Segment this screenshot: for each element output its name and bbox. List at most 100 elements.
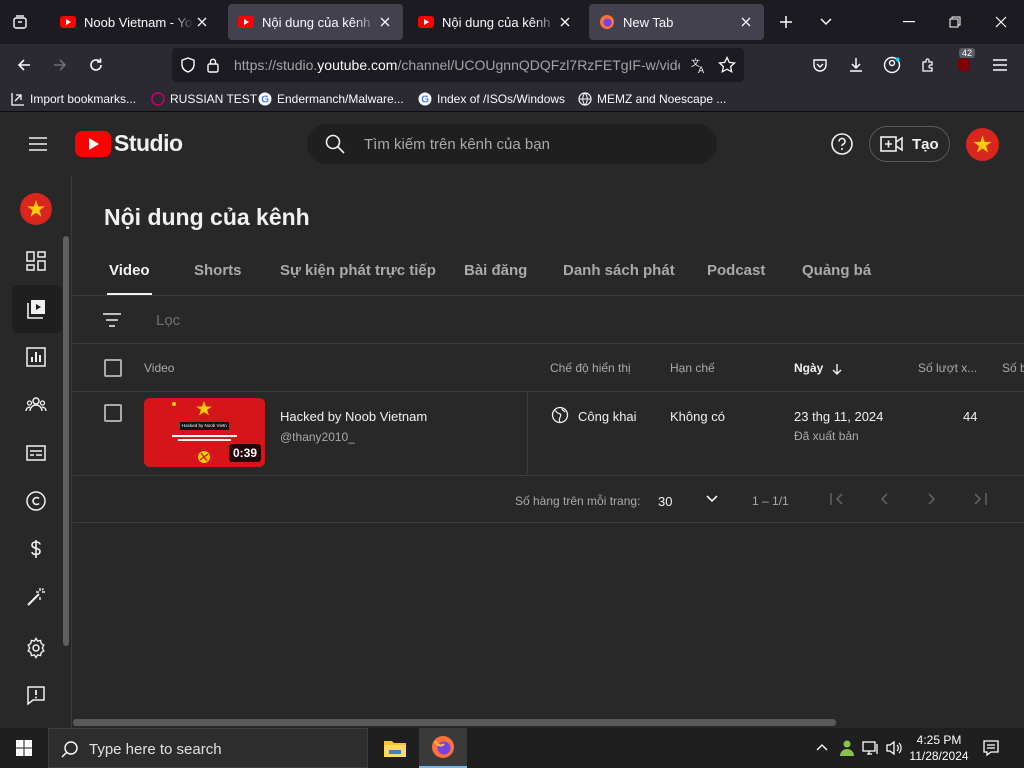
help-icon[interactable]: [830, 132, 854, 156]
firefox-taskbar-icon[interactable]: [419, 728, 467, 768]
column-header-visibility[interactable]: Chế độ hiển thị: [550, 361, 631, 375]
bookmark-star-icon[interactable]: [718, 56, 736, 74]
people-icon[interactable]: [838, 739, 856, 757]
publish-status: Đã xuất bản: [794, 429, 859, 443]
close-icon[interactable]: [738, 14, 754, 30]
clock-time: 4:25 PM: [916, 733, 962, 747]
search-icon[interactable]: [325, 134, 345, 154]
column-header-restrictions[interactable]: Hạn chế: [670, 361, 715, 375]
last-page-icon[interactable]: [972, 492, 988, 506]
bookmark-import[interactable]: Import bookmarks...: [10, 90, 136, 108]
dashboard-icon[interactable]: [20, 245, 52, 277]
hamburger-menu-icon[interactable]: [985, 50, 1015, 80]
youtube-favicon-icon: [238, 16, 254, 28]
url-text[interactable]: https://studio.youtube.com/channel/UCOUg…: [234, 57, 680, 73]
tab-podcast[interactable]: Podcast: [707, 262, 765, 279]
account-icon[interactable]: [877, 50, 907, 80]
back-arrow-icon[interactable]: [9, 50, 39, 80]
window-restore-icon[interactable]: [932, 0, 978, 44]
column-header-views[interactable]: Số lượt x...: [918, 361, 977, 375]
channel-content-main: Nội dung của kênh Video Shorts Sự kiện p…: [73, 176, 1024, 728]
browser-tab-studio[interactable]: Nội dung của kênh - YouTube Studio: [408, 4, 583, 40]
channel-search[interactable]: Tìm kiếm trên kênh của bạn: [307, 124, 717, 164]
filter-input[interactable]: Lọc: [156, 312, 180, 329]
column-header-comments[interactable]: Số b...: [1002, 361, 1024, 375]
bookmark-memz[interactable]: MEMZ and Noescape ...: [577, 90, 726, 108]
windows-start-icon[interactable]: [0, 728, 48, 768]
visibility-value[interactable]: Công khai: [578, 409, 637, 424]
settings-gear-icon[interactable]: [20, 632, 52, 664]
public-globe-icon[interactable]: [551, 406, 569, 424]
bookmark-endermanch[interactable]: G Endermanch/Malware...: [257, 90, 404, 108]
volume-icon[interactable]: [885, 739, 903, 757]
close-icon[interactable]: [557, 14, 573, 30]
taskbar-clock[interactable]: 4:25 PM 11/28/2024: [904, 732, 974, 764]
tab-overview-icon[interactable]: [8, 10, 32, 34]
row-select-checkbox[interactable]: [104, 404, 122, 422]
browser-tab-noob-vietnam[interactable]: Noob Vietnam - YouTube: [50, 4, 220, 40]
tab-playlists[interactable]: Danh sách phát: [563, 262, 675, 279]
hamburger-menu-icon[interactable]: [24, 132, 52, 156]
community-icon[interactable]: [20, 389, 52, 421]
tab-promotions[interactable]: Quảng bá: [802, 262, 871, 279]
forward-arrow-icon[interactable]: [45, 50, 75, 80]
create-button[interactable]: Tạo: [869, 126, 950, 162]
downloads-icon[interactable]: [841, 50, 871, 80]
feedback-icon[interactable]: [20, 679, 52, 711]
close-icon[interactable]: [377, 14, 393, 30]
select-all-checkbox[interactable]: [104, 359, 122, 377]
tracking-shield-icon[interactable]: [180, 57, 196, 73]
window-close-icon[interactable]: [978, 0, 1024, 44]
tab-posts[interactable]: Bài đăng: [464, 262, 527, 279]
close-icon[interactable]: [194, 14, 210, 30]
pocket-icon[interactable]: [805, 50, 835, 80]
account-avatar[interactable]: [966, 128, 999, 161]
tab-shorts[interactable]: Shorts: [194, 262, 242, 279]
notification-center-icon[interactable]: [982, 739, 1000, 757]
search-input[interactable]: Tìm kiếm trên kênh của bạn: [364, 136, 550, 153]
copyright-icon[interactable]: [20, 485, 52, 517]
tab-live[interactable]: Sự kiện phát trực tiếp: [280, 262, 436, 279]
first-page-icon[interactable]: [829, 492, 845, 506]
channel-avatar[interactable]: [20, 193, 52, 225]
window-minimize-icon[interactable]: [886, 0, 932, 44]
earn-dollar-icon[interactable]: [20, 533, 52, 565]
translate-icon[interactable]: 文A: [690, 56, 708, 74]
filter-icon[interactable]: [101, 311, 123, 329]
file-explorer-icon[interactable]: [371, 728, 419, 768]
previous-page-icon[interactable]: [877, 492, 891, 506]
bookmark-isos-windows[interactable]: G Index of /ISOs/Windows: [417, 90, 565, 108]
analytics-icon[interactable]: [20, 341, 52, 373]
studio-logo[interactable]: Studio: [75, 130, 183, 157]
rows-per-page-select[interactable]: 30: [658, 494, 672, 509]
network-icon[interactable]: [862, 739, 880, 757]
content-icon[interactable]: [20, 293, 52, 325]
rows-per-page-label: Số hàng trên mỗi trang:: [515, 494, 641, 508]
reload-icon[interactable]: [81, 50, 111, 80]
taskbar-search[interactable]: Type here to search: [48, 728, 368, 768]
chevron-down-icon[interactable]: [705, 494, 719, 504]
lock-icon[interactable]: [206, 57, 220, 73]
globe-icon: [577, 91, 593, 107]
tray-chevron-up-icon[interactable]: [815, 740, 829, 754]
sidebar-scrollbar[interactable]: [63, 236, 69, 646]
column-header-date[interactable]: Ngày: [794, 361, 843, 375]
video-duration: 0:39: [229, 444, 262, 462]
taskbar-search-input[interactable]: Type here to search: [89, 741, 222, 758]
bookmark-label: RUSSIAN TEST: [170, 92, 258, 106]
video-title[interactable]: Hacked by Noob Vietnam: [280, 409, 427, 424]
list-tabs-chevron-down-icon[interactable]: [814, 10, 838, 34]
url-bar[interactable]: https://studio.youtube.com/channel/UCOUg…: [172, 48, 744, 82]
extensions-puzzle-icon[interactable]: [913, 50, 943, 80]
new-tab-plus-icon[interactable]: [774, 10, 798, 34]
bookmark-russian-test[interactable]: RUSSIAN TEST: [150, 90, 257, 108]
subtitles-icon[interactable]: [20, 437, 52, 469]
horizontal-scrollbar[interactable]: [73, 719, 836, 726]
google-icon: G: [257, 91, 273, 107]
tab-video[interactable]: Video: [109, 262, 150, 279]
ublock-extension-icon[interactable]: 42: [949, 48, 979, 80]
customization-magic-wand-icon[interactable]: [20, 581, 52, 613]
browser-tab-new-tab[interactable]: New Tab: [589, 4, 764, 40]
next-page-icon[interactable]: [925, 492, 939, 506]
browser-tab-studio-active[interactable]: Nội dung của kênh - YouTube Studio: [228, 4, 403, 40]
